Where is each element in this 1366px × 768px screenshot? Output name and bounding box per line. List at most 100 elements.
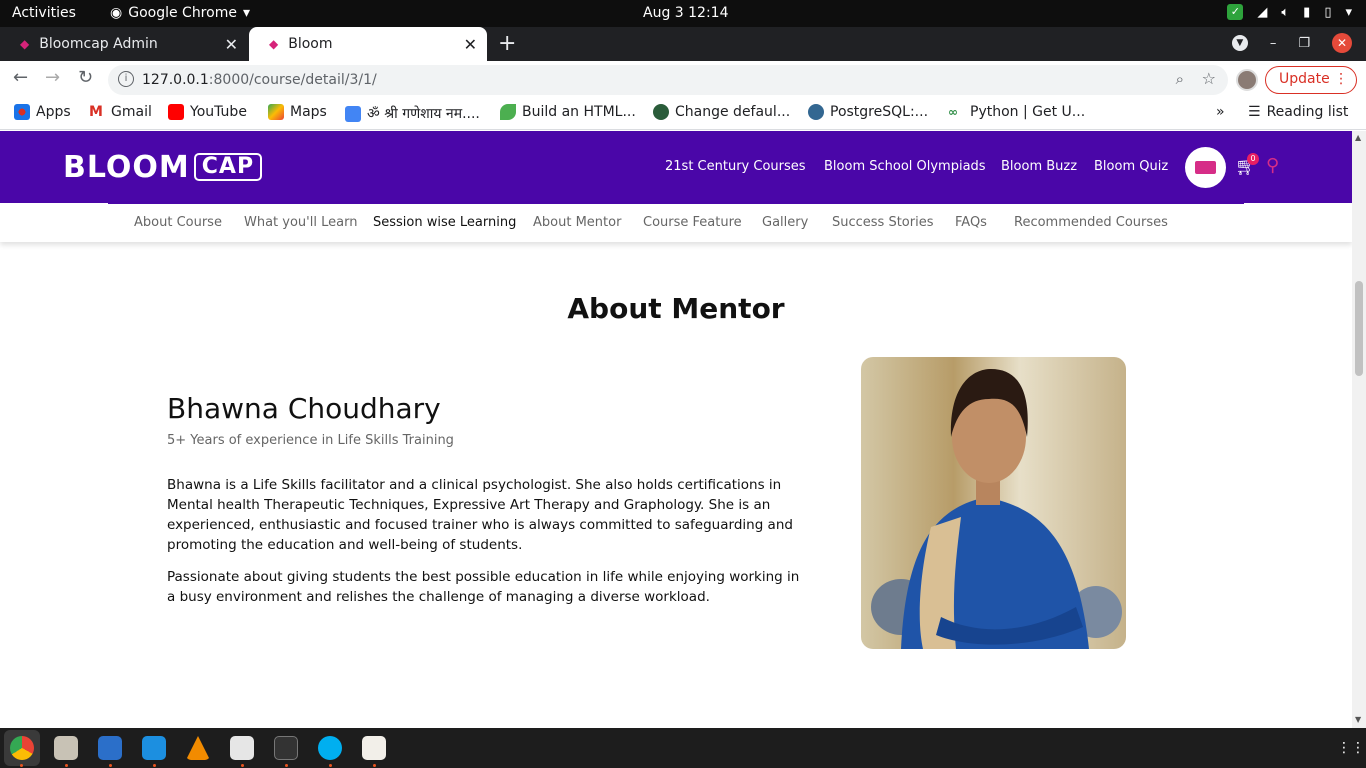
zoom-icon[interactable]: ⌕ <box>1176 70 1184 88</box>
more-bookmarks-icon[interactable]: » <box>1216 104 1225 120</box>
skype-dock-icon[interactable] <box>318 736 342 760</box>
url-text[interactable]: 127.0.0.1:8000/course/detail/3/1/ <box>142 72 377 88</box>
running-indicator <box>109 764 112 767</box>
vscode-dock-icon[interactable] <box>142 736 166 760</box>
subnav-gallery[interactable]: Gallery <box>762 215 808 230</box>
bookmark-postgresql[interactable]: PostgreSQL:... <box>808 104 928 120</box>
battery-icon: ▯ <box>1324 4 1332 20</box>
forward-icon[interactable]: → <box>45 67 60 88</box>
subnav-course-feature[interactable]: Course Feature <box>643 215 742 230</box>
terminal-dock-icon[interactable] <box>274 736 298 760</box>
back-icon[interactable]: ← <box>13 67 28 88</box>
app-name: Google Chrome <box>128 5 237 21</box>
subnav-about-mentor[interactable]: About Mentor <box>533 215 621 230</box>
docs-icon <box>345 105 361 122</box>
chevron-down-icon: ▾ <box>1345 4 1352 20</box>
mentor-experience: 5+ Years of experience in Life Skills Tr… <box>167 433 454 448</box>
app-menu[interactable]: ◉ Google Chrome ▾ <box>110 5 250 21</box>
bookmark-change-default[interactable]: Change defaul... <box>653 104 790 120</box>
tab-search-icon[interactable]: ▼ <box>1231 35 1248 51</box>
bookmark-youtube[interactable]: YouTube <box>168 104 247 120</box>
scroll-down-icon[interactable]: ▼ <box>1355 715 1361 724</box>
update-button[interactable]: Update ⋮ <box>1265 66 1357 94</box>
subnav-faqs[interactable]: FAQs <box>955 215 987 230</box>
gfg-icon: ∞ <box>948 105 958 119</box>
nav-bloom-buzz[interactable]: Bloom Buzz <box>1001 159 1077 174</box>
subnav-about-course[interactable]: About Course <box>134 215 222 230</box>
bookmark-gmail[interactable]: M Gmail <box>89 104 152 120</box>
subnav-what-youll-learn[interactable]: What you'll Learn <box>244 215 357 230</box>
bloom-favicon-icon: ◆ <box>269 37 279 51</box>
address-bar[interactable]: i 127.0.0.1:8000/course/detail/3/1/ ⌕ ☆ <box>108 65 1228 95</box>
bookmark-apps[interactable]: Apps <box>14 104 71 120</box>
chevron-down-icon: ▾ <box>242 5 250 21</box>
subnav-recommended-courses[interactable]: Recommended Courses <box>1014 215 1168 230</box>
clock[interactable]: Aug 3 12:14 <box>643 5 729 21</box>
nav-bloom-school-olympiads[interactable]: Bloom School Olympiads <box>824 159 986 174</box>
activities-button[interactable]: Activities <box>12 5 76 21</box>
wifi-icon: ◢ <box>1257 4 1268 20</box>
close-window-icon[interactable]: ✕ <box>1332 33 1352 53</box>
reading-list-button[interactable]: ☰ Reading list <box>1248 104 1348 120</box>
site-header: BLOOM CAP 21st Century Courses Bloom Sch… <box>0 131 1352 203</box>
show-apps-icon[interactable]: ⋮⋮⋮ <box>1337 740 1366 756</box>
nav-bloom-quiz[interactable]: Bloom Quiz <box>1094 159 1168 174</box>
bookmark-star-icon[interactable]: ☆ <box>1202 69 1216 88</box>
files-dock-icon[interactable] <box>54 736 78 760</box>
screenshot-dock-icon[interactable] <box>230 736 254 760</box>
scrollbar-thumb[interactable] <box>1355 281 1363 376</box>
search-icon[interactable]: ⚲ <box>1266 155 1279 176</box>
running-indicator <box>153 764 156 767</box>
system-tray[interactable]: ✓ ◢ 🔈︎ ▮ ▯ ▾ <box>1227 4 1352 20</box>
subnav-success-stories[interactable]: Success Stories <box>832 215 934 230</box>
running-indicator <box>373 764 376 767</box>
bookmark-ganesh[interactable]: ॐ श्री गणेशाय नम.... <box>345 104 480 123</box>
new-tab-icon[interactable]: + <box>498 31 516 56</box>
reading-list-icon: ☰ <box>1248 104 1261 120</box>
bloomcap-logo[interactable]: BLOOM CAP <box>63 148 263 186</box>
mentor-bio-paragraph-1: Bhawna is a Life Skills facilitator and … <box>167 477 793 553</box>
document-viewer-dock-icon[interactable] <box>362 736 386 760</box>
elephant-icon <box>808 104 824 120</box>
update-check-icon[interactable]: ✓ <box>1227 4 1244 20</box>
close-tab-icon[interactable]: ✕ <box>225 35 238 54</box>
close-tab-icon[interactable]: ✕ <box>464 35 477 54</box>
reload-icon[interactable]: ↻ <box>78 67 93 88</box>
cart-count-badge: 0 <box>1247 153 1259 165</box>
nav-21st-century-courses[interactable]: 21st Century Courses <box>665 159 806 174</box>
mentor-photo <box>861 357 1126 649</box>
browser-toolbar: ← → ↻ i 127.0.0.1:8000/course/detail/3/1… <box>0 61 1366 97</box>
youtube-icon <box>168 104 184 120</box>
mentor-bio-paragraph-2: Passionate about giving students the bes… <box>167 569 800 605</box>
section-title: About Mentor <box>567 292 785 325</box>
chrome-dock-icon[interactable] <box>10 736 34 760</box>
vlc-dock-icon[interactable] <box>186 736 210 760</box>
bookmark-maps[interactable]: Maps <box>268 104 327 120</box>
page-scrollbar[interactable]: ▲ ▼ <box>1352 131 1366 728</box>
bookmark-python[interactable]: ∞ Python | Get U... <box>948 104 1085 120</box>
tab-bloomcap-admin[interactable]: ◆ Bloomcap Admin ✕ <box>0 27 248 61</box>
course-section-nav: About Course What you'll Learn Session w… <box>0 203 1352 242</box>
tab-bloom[interactable]: ◆ Bloom ✕ <box>249 27 487 61</box>
tab-strip: ◆ Bloomcap Admin ✕ ◆ Bloom ✕ <box>0 27 1366 61</box>
scroll-up-icon[interactable]: ▲ <box>1355 133 1361 142</box>
running-indicator <box>65 764 68 767</box>
maximize-icon[interactable]: ❐ <box>1298 36 1310 51</box>
minimize-icon[interactable]: – <box>1270 36 1277 51</box>
bookmark-build-html[interactable]: Build an HTML... <box>500 104 636 120</box>
apps-icon <box>14 104 30 120</box>
subnav-session-wise-learning[interactable]: Session wise Learning <box>373 215 516 230</box>
running-indicator <box>329 764 332 767</box>
tab-title: Bloom <box>288 36 333 52</box>
tab-title: Bloomcap Admin <box>39 36 158 52</box>
microphone-icon: ▮ <box>1303 4 1311 20</box>
divider <box>108 203 1244 204</box>
site-info-icon[interactable]: i <box>118 71 134 87</box>
text-editor-dock-icon[interactable] <box>98 736 122 760</box>
window-controls: ▼ – ❐ ✕ <box>1231 33 1352 53</box>
profile-avatar[interactable] <box>1236 69 1258 91</box>
taskbar-dock: ⋮⋮⋮ <box>0 728 1366 768</box>
running-indicator <box>241 764 244 767</box>
maps-icon <box>268 104 284 120</box>
user-avatar[interactable] <box>1185 147 1226 188</box>
